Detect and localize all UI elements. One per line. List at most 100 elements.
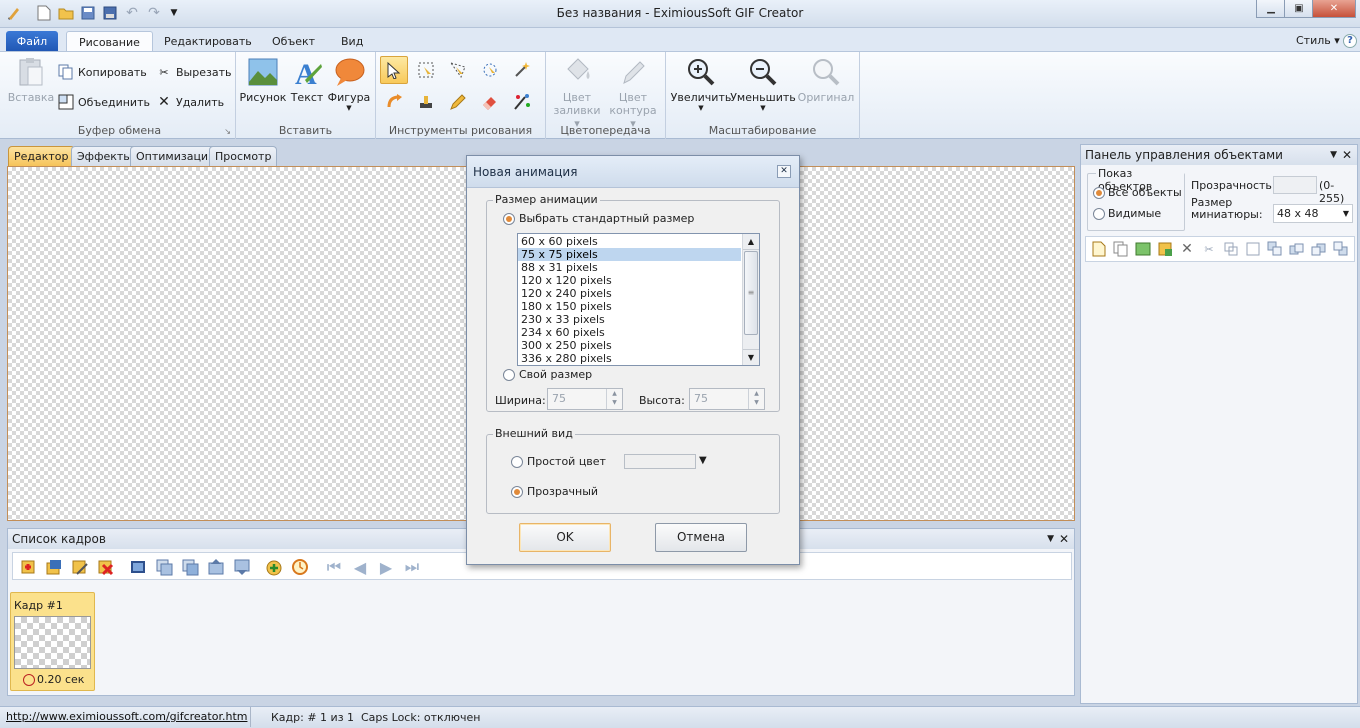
copy-object-icon[interactable] — [1112, 240, 1130, 258]
ok-button[interactable]: OK — [519, 523, 611, 552]
group-object-icon[interactable] — [1222, 240, 1240, 258]
prev-frame-icon[interactable]: ◀ — [351, 558, 369, 577]
send-backward-icon[interactable] — [1310, 240, 1328, 258]
width-spin-arrows[interactable]: ▲ ▼ — [606, 389, 622, 409]
size-list-item[interactable]: 75 x 75 pixels — [518, 248, 741, 261]
style-menu[interactable]: Стиль ▾ — [1296, 34, 1340, 47]
zoom-in-button[interactable]: Увеличить ▼ — [670, 56, 732, 112]
website-link[interactable]: http://www.eximioussoft.com/gifcreator.h… — [6, 710, 247, 723]
cut-object-icon[interactable]: ✂ — [1200, 240, 1218, 258]
crop-select-tool[interactable] — [412, 56, 440, 84]
custom-size-radio[interactable]: Свой размер — [503, 368, 592, 381]
size-list-item[interactable]: 230 x 33 pixels — [518, 313, 741, 326]
minimize-button[interactable]: ▁ — [1256, 0, 1286, 18]
bring-forward-icon[interactable] — [1288, 240, 1306, 258]
new-object-icon[interactable] — [1090, 240, 1108, 258]
tab-object[interactable]: Объект — [260, 31, 327, 52]
panel-close-icon[interactable]: ✕ — [1059, 529, 1069, 549]
delete-frame-icon[interactable] — [97, 558, 115, 576]
tab-optimization[interactable]: Оптимизация — [130, 146, 221, 166]
frames-copy-icon[interactable] — [181, 558, 199, 576]
insert-shape-button[interactable]: Фигура ▼ — [322, 56, 376, 112]
frame-props-icon[interactable] — [129, 558, 147, 576]
fill-tool[interactable] — [380, 88, 408, 116]
next-frame-icon[interactable]: ▶ — [377, 558, 395, 577]
fill-color-button[interactable]: Цвет заливки ▾ — [550, 56, 604, 130]
rotate-tool[interactable] — [476, 56, 504, 84]
frame-thumbnail[interactable]: Кадр #1 0.20 сек — [10, 592, 95, 691]
maximize-button[interactable]: ▣ — [1284, 0, 1314, 18]
select-tool[interactable] — [380, 56, 408, 84]
standard-size-radio[interactable]: Выбрать стандартный размер — [503, 212, 694, 225]
frame-time[interactable]: 0.20 сек — [23, 673, 84, 686]
add-frame-icon[interactable] — [19, 558, 37, 576]
panel-menu-icon[interactable]: ▼ — [1047, 529, 1054, 549]
thumb-size-select[interactable]: 48 x 48 ▼ — [1273, 204, 1353, 223]
original-size-button[interactable]: Оригинал — [796, 56, 856, 104]
paste-button[interactable]: Вставка — [4, 56, 58, 104]
visible-radio[interactable]: Видимые — [1093, 207, 1161, 220]
plain-color-radio[interactable]: Простой цвет — [511, 455, 606, 468]
send-back-icon[interactable] — [1332, 240, 1350, 258]
edit-frame-icon[interactable] — [71, 558, 89, 576]
brush-tool[interactable] — [508, 88, 536, 116]
tab-effects[interactable]: Эффекты — [71, 146, 138, 166]
dialog-launcher-icon[interactable]: ↘ — [224, 127, 231, 136]
bring-front-icon[interactable] — [1266, 240, 1284, 258]
eraser-tool[interactable] — [476, 88, 504, 116]
scroll-thumb[interactable]: ≡ — [744, 251, 758, 335]
transparent-radio[interactable]: Прозрачный — [511, 485, 598, 498]
frames-up-icon[interactable] — [207, 558, 225, 576]
outline-color-button[interactable]: Цвет контура ▾ — [606, 56, 660, 130]
dialog-close-icon[interactable]: ✕ — [777, 165, 791, 178]
cancel-button[interactable]: Отмена — [655, 523, 747, 552]
ungroup-object-icon[interactable] — [1244, 240, 1262, 258]
delete-button[interactable]: ✕ Удалить — [156, 92, 224, 112]
size-list-scrollbar[interactable]: ▲ ≡ ▼ — [742, 234, 759, 365]
insert-frame-icon[interactable] — [45, 558, 63, 576]
color-picker[interactable] — [624, 454, 696, 469]
size-list-item[interactable]: 88 x 31 pixels — [518, 261, 741, 274]
add-frames-icon[interactable] — [265, 558, 283, 576]
all-objects-radio[interactable]: Все объекты — [1093, 186, 1182, 199]
transform-tool[interactable] — [444, 56, 472, 84]
height-spin-arrows[interactable]: ▲ ▼ — [748, 389, 764, 409]
width-spinner[interactable]: 75 ▲ ▼ — [547, 388, 623, 410]
size-list-item[interactable]: 234 x 60 pixels — [518, 326, 741, 339]
layer-object-icon[interactable] — [1156, 240, 1174, 258]
color-dropdown-icon[interactable]: ▼ — [699, 455, 707, 466]
zoom-out-button[interactable]: Уменьшить ▼ — [730, 56, 796, 112]
clone-tool[interactable] — [412, 88, 440, 116]
transparency-input[interactable] — [1273, 176, 1317, 194]
help-icon[interactable]: ? — [1343, 34, 1357, 48]
tab-editor[interactable]: Редактор — [8, 146, 75, 166]
scroll-down-icon[interactable]: ▼ — [743, 349, 759, 365]
height-spinner[interactable]: 75 ▲ ▼ — [689, 388, 765, 410]
scroll-up-icon[interactable]: ▲ — [743, 234, 759, 250]
copy-button[interactable]: Копировать — [58, 62, 147, 82]
size-list-item[interactable]: 300 x 250 pixels — [518, 339, 741, 352]
tab-preview[interactable]: Просмотр — [209, 146, 278, 166]
objects-panel-menu-icon[interactable]: ▼ — [1330, 145, 1337, 165]
merge-button[interactable]: Объединить — [58, 92, 150, 112]
timing-icon[interactable] — [291, 558, 309, 576]
frames-down-icon[interactable] — [233, 558, 251, 576]
size-list-item[interactable]: 120 x 120 pixels — [518, 274, 741, 287]
size-list-item[interactable]: 336 x 280 pixels — [518, 352, 741, 365]
objects-panel-close-icon[interactable]: ✕ — [1342, 145, 1352, 165]
image-object-icon[interactable] — [1134, 240, 1152, 258]
first-frame-icon[interactable]: ⏮ — [325, 557, 343, 576]
tab-file[interactable]: Файл — [6, 31, 58, 52]
last-frame-icon[interactable]: ⏭ — [403, 557, 421, 576]
tab-drawing[interactable]: Рисование — [66, 31, 153, 52]
size-list-item[interactable]: 60 x 60 pixels — [518, 235, 741, 248]
tab-edit[interactable]: Редактировать — [152, 31, 264, 52]
size-list-item[interactable]: 180 x 150 pixels — [518, 300, 741, 313]
close-button[interactable]: ✕ — [1312, 0, 1356, 18]
size-list-item[interactable]: 120 x 240 pixels — [518, 287, 741, 300]
magic-wand-tool[interactable] — [508, 56, 536, 84]
cut-button[interactable]: ✂ Вырезать — [156, 62, 231, 82]
tab-view[interactable]: Вид — [329, 31, 375, 52]
frames-move-icon[interactable] — [155, 558, 173, 576]
pencil-tool[interactable] — [444, 88, 472, 116]
